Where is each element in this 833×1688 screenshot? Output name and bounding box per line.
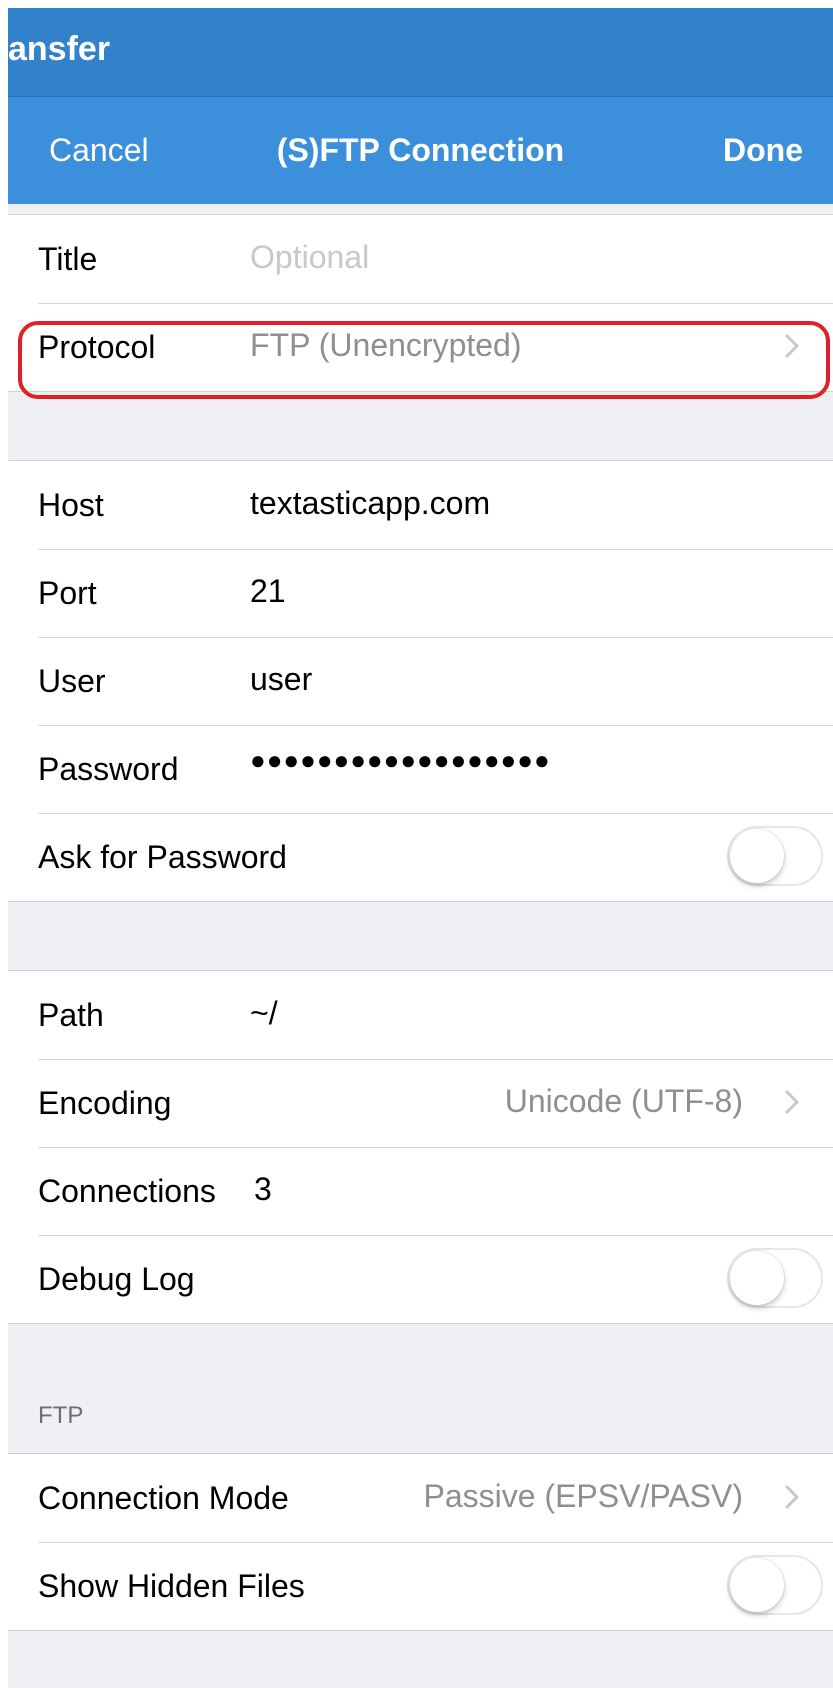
- show-hidden-files-row: Show Hidden Files: [8, 1542, 833, 1630]
- debug-log-row: Debug Log: [8, 1235, 833, 1323]
- connections-input[interactable]: 3: [254, 1171, 272, 1208]
- user-label: User: [38, 663, 106, 699]
- debug-log-label: Debug Log: [38, 1261, 195, 1297]
- encoding-row[interactable]: Encoding Unicode (UTF-8): [8, 1059, 833, 1147]
- password-input[interactable]: ●●●●●●●●●●●●●●●●●●: [250, 745, 551, 776]
- connection-mode-label: Connection Mode: [38, 1480, 289, 1516]
- debug-log-toggle[interactable]: [727, 1248, 823, 1308]
- toggle-knob: [730, 829, 784, 883]
- chevron-right-icon: [785, 1485, 799, 1509]
- title-label: Title: [38, 241, 98, 277]
- host-input[interactable]: textasticapp.com: [250, 485, 490, 522]
- ftp-section: Connection Mode Passive (EPSV/PASV) Show…: [8, 1453, 833, 1631]
- encoding-label: Encoding: [38, 1085, 172, 1121]
- host-row[interactable]: Host textasticapp.com: [8, 461, 833, 549]
- show-hidden-files-toggle[interactable]: [727, 1555, 823, 1615]
- show-hidden-files-label: Show Hidden Files: [38, 1568, 305, 1604]
- toggle-knob: [730, 1251, 784, 1305]
- path-row[interactable]: Path ~/: [8, 971, 833, 1059]
- toggle-knob: [730, 1558, 784, 1612]
- done-button[interactable]: Done: [723, 132, 803, 169]
- page-title: (S)FTP Connection: [276, 132, 565, 168]
- user-row[interactable]: User user: [8, 637, 833, 725]
- host-label: Host: [38, 487, 104, 523]
- password-row[interactable]: Password ●●●●●●●●●●●●●●●●●●: [8, 725, 833, 813]
- connections-label: Connections: [38, 1173, 216, 1209]
- ask-password-toggle[interactable]: [727, 826, 823, 886]
- ftp-section-header: FTP: [38, 1402, 84, 1429]
- path-label: Path: [38, 997, 104, 1033]
- port-label: Port: [38, 575, 97, 611]
- port-input[interactable]: 21: [250, 573, 286, 610]
- protocol-highlight-annotation: [18, 321, 830, 399]
- connections-row[interactable]: Connections 3: [8, 1147, 833, 1235]
- ask-password-label: Ask for Password: [38, 839, 287, 875]
- connection-mode-row[interactable]: Connection Mode Passive (EPSV/PASV): [8, 1454, 833, 1542]
- app-window: ansfer Cancel (S)FTP Connection Done Tit…: [8, 8, 833, 1688]
- navigation-bar: Cancel (S)FTP Connection Done: [8, 97, 833, 204]
- encoding-value: Unicode (UTF-8): [504, 1083, 743, 1119]
- title-row[interactable]: Title Optional: [8, 215, 833, 303]
- options-section: Path ~/ Encoding Unicode (UTF-8) Connect…: [8, 970, 833, 1324]
- window-title: ansfer: [8, 30, 111, 68]
- port-row[interactable]: Port 21: [8, 549, 833, 637]
- chevron-right-icon: [785, 1090, 799, 1114]
- title-input[interactable]: Optional: [250, 239, 369, 276]
- server-section: Host textasticapp.com Port 21 User user …: [8, 460, 833, 902]
- path-input[interactable]: ~/: [250, 995, 278, 1032]
- ask-password-row: Ask for Password: [8, 813, 833, 901]
- user-input[interactable]: user: [250, 661, 312, 698]
- connection-mode-value: Passive (EPSV/PASV): [423, 1478, 743, 1514]
- password-label: Password: [38, 751, 179, 787]
- top-title-bar: ansfer: [8, 8, 833, 97]
